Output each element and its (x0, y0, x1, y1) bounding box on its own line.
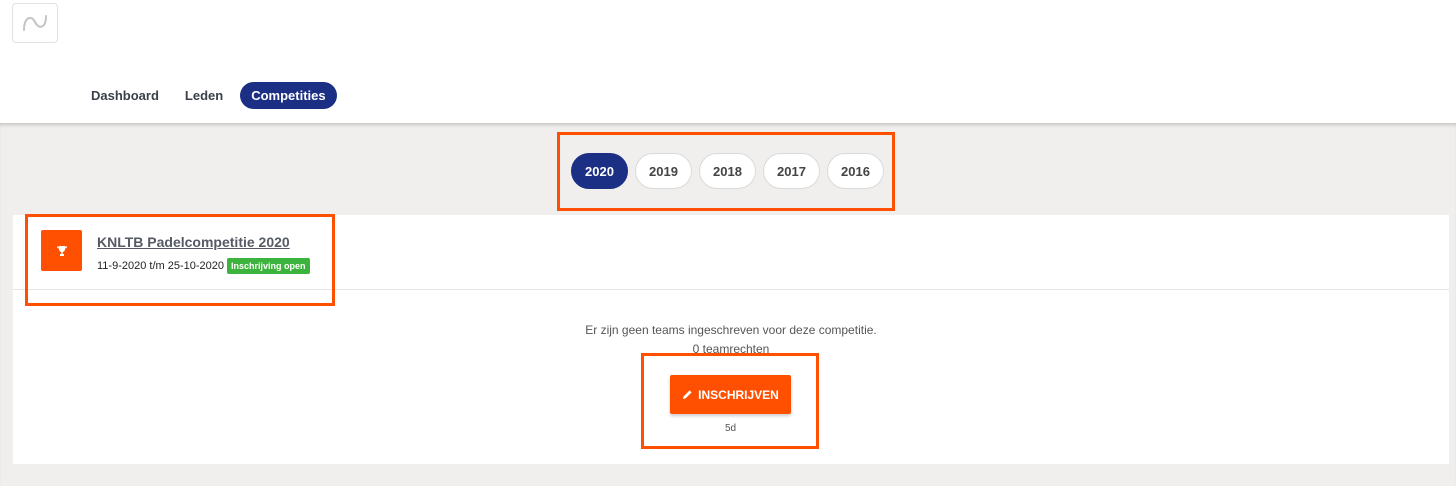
main-nav: Dashboard Leden Competities (80, 82, 341, 109)
empty-teams-message: Er zijn geen teams ingeschreven voor dez… (585, 323, 877, 337)
year-selector-highlight: 2020 2019 2018 2017 2016 (557, 132, 895, 211)
year-2016-button[interactable]: 2016 (827, 153, 884, 189)
register-button-label: INSCHRIJVEN (698, 387, 779, 402)
year-2019-button[interactable]: 2019 (635, 153, 692, 189)
register-button[interactable]: INSCHRIJVEN (670, 375, 791, 414)
competition-header-highlight (25, 214, 335, 306)
year-2018-button[interactable]: 2018 (699, 153, 756, 189)
year-selector: 2020 2019 2018 2017 2016 (571, 153, 891, 189)
nav-dashboard[interactable]: Dashboard (80, 82, 170, 109)
app-logo[interactable] (12, 3, 58, 43)
nav-competities[interactable]: Competities (240, 82, 337, 109)
registration-deadline: 5d (724, 423, 737, 434)
nav-leden[interactable]: Leden (174, 82, 234, 109)
pencil-icon (683, 390, 692, 399)
competition-card: KNLTB Padelcompetitie 2020 11-9-2020 t/m… (13, 214, 1449, 464)
year-2020-button[interactable]: 2020 (571, 153, 628, 189)
year-2017-button[interactable]: 2017 (763, 153, 820, 189)
top-header: Dashboard Leden Competities (0, 0, 1456, 123)
main-content: 2020 2019 2018 2017 2016 KNLTB Padelcomp… (0, 123, 1456, 486)
wave-logo-icon (23, 15, 47, 31)
